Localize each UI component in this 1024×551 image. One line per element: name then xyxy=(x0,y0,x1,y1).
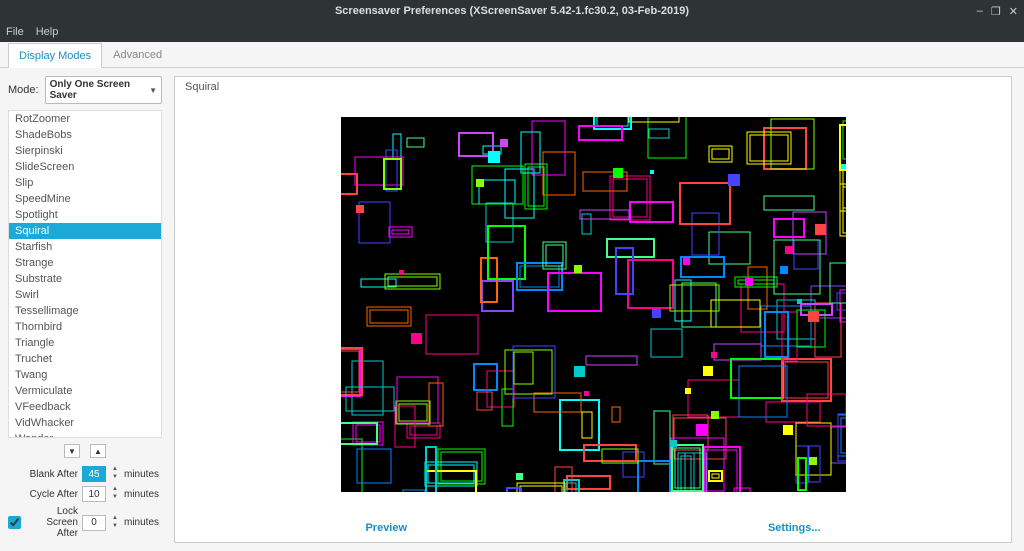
list-item[interactable]: Truchet xyxy=(9,351,161,367)
list-item[interactable]: Swirl xyxy=(9,287,161,303)
right-pane: Squiral Preview Settings... xyxy=(170,68,1024,551)
mode-value: Only One Screen Saver xyxy=(50,79,150,101)
blank-after-input[interactable]: 45 xyxy=(82,466,106,482)
list-item[interactable]: Triangle xyxy=(9,335,161,351)
cycle-after-input[interactable]: 10 xyxy=(82,486,106,502)
spin-up-icon[interactable]: ▲ xyxy=(110,515,120,523)
unit-label: minutes xyxy=(124,517,162,528)
settings-button[interactable]: Settings... xyxy=(768,522,821,534)
maximize-icon[interactable]: ❐ xyxy=(991,5,1001,18)
list-item[interactable]: Strange xyxy=(9,255,161,271)
blank-after-label: Blank After xyxy=(8,469,78,480)
mode-select[interactable]: Only One Screen Saver ▼ xyxy=(45,76,162,104)
preview-button[interactable]: Preview xyxy=(365,522,407,534)
list-item[interactable]: Slip xyxy=(9,175,161,191)
list-item[interactable]: VidWhacker xyxy=(9,415,161,431)
window-title: Screensaver Preferences (XScreenSaver 5.… xyxy=(335,5,689,17)
tab-advanced[interactable]: Advanced xyxy=(102,42,173,67)
unit-label: minutes xyxy=(124,489,162,500)
list-item[interactable]: Substrate xyxy=(9,271,161,287)
list-item[interactable]: Thornbird xyxy=(9,319,161,335)
list-item[interactable]: Sierpinski xyxy=(9,143,161,159)
list-item[interactable]: Twang xyxy=(9,367,161,383)
preview-frame: Squiral Preview Settings... xyxy=(174,76,1012,543)
screensaver-preview xyxy=(341,117,846,492)
list-item[interactable]: SpeedMine xyxy=(9,191,161,207)
list-item[interactable]: Wander xyxy=(9,431,161,438)
list-up-button[interactable]: ▲ xyxy=(90,444,106,458)
unit-label: minutes xyxy=(124,469,162,480)
list-item[interactable]: Vermiculate xyxy=(9,383,161,399)
list-item[interactable]: RotZoomer xyxy=(9,111,161,127)
spin-up-icon[interactable]: ▲ xyxy=(110,486,120,494)
list-item[interactable]: Starfish xyxy=(9,239,161,255)
spin-down-icon[interactable]: ▼ xyxy=(110,523,120,531)
list-item[interactable]: Squiral xyxy=(9,223,161,239)
cycle-after-label: Cycle After xyxy=(8,489,78,500)
titlebar: Screensaver Preferences (XScreenSaver 5.… xyxy=(0,0,1024,22)
list-item[interactable]: ShadeBobs xyxy=(9,127,161,143)
list-item[interactable]: SlideScreen xyxy=(9,159,161,175)
spin-up-icon[interactable]: ▲ xyxy=(110,466,120,474)
close-icon[interactable]: ✕ xyxy=(1009,5,1018,18)
lock-screen-label: Lock Screen After xyxy=(25,506,78,539)
list-item[interactable]: VFeedback xyxy=(9,399,161,415)
menu-file[interactable]: File xyxy=(6,26,24,38)
menubar: File Help xyxy=(0,22,1024,42)
list-item[interactable]: Spotlight xyxy=(9,207,161,223)
list-item[interactable]: Tessellimage xyxy=(9,303,161,319)
spin-down-icon[interactable]: ▼ xyxy=(110,494,120,502)
mode-label: Mode: xyxy=(8,84,39,96)
screensaver-list[interactable]: RotZoomerShadeBobsSierpinskiSlideScreenS… xyxy=(8,110,162,438)
menu-help[interactable]: Help xyxy=(36,26,59,38)
lock-after-input[interactable]: 0 xyxy=(82,515,106,531)
lock-screen-checkbox[interactable] xyxy=(8,516,21,529)
minimize-icon[interactable]: – xyxy=(977,5,983,17)
list-down-button[interactable]: ▼ xyxy=(64,444,80,458)
spin-down-icon[interactable]: ▼ xyxy=(110,474,120,482)
tab-bar: Display Modes Advanced xyxy=(0,42,1024,68)
chevron-down-icon: ▼ xyxy=(149,86,157,95)
tab-display-modes[interactable]: Display Modes xyxy=(8,43,102,68)
preview-title: Squiral xyxy=(185,81,1001,93)
left-pane: Mode: Only One Screen Saver ▼ RotZoomerS… xyxy=(0,68,170,551)
